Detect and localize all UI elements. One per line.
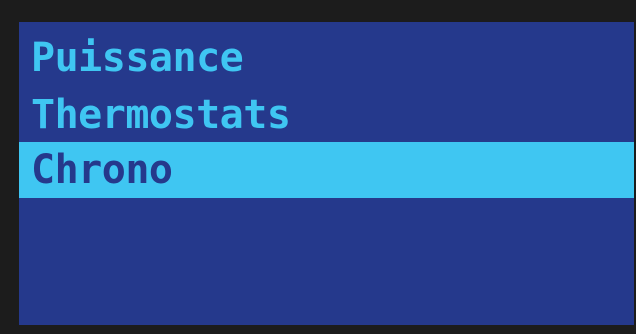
device-bezel: Puissance Thermostats Chrono (0, 0, 636, 334)
lcd-screen: Puissance Thermostats Chrono (19, 22, 634, 325)
menu-item-chrono[interactable]: Chrono (19, 142, 634, 198)
menu-item-thermostats[interactable]: Thermostats (19, 87, 634, 143)
menu-item-puissance[interactable]: Puissance (19, 30, 634, 86)
